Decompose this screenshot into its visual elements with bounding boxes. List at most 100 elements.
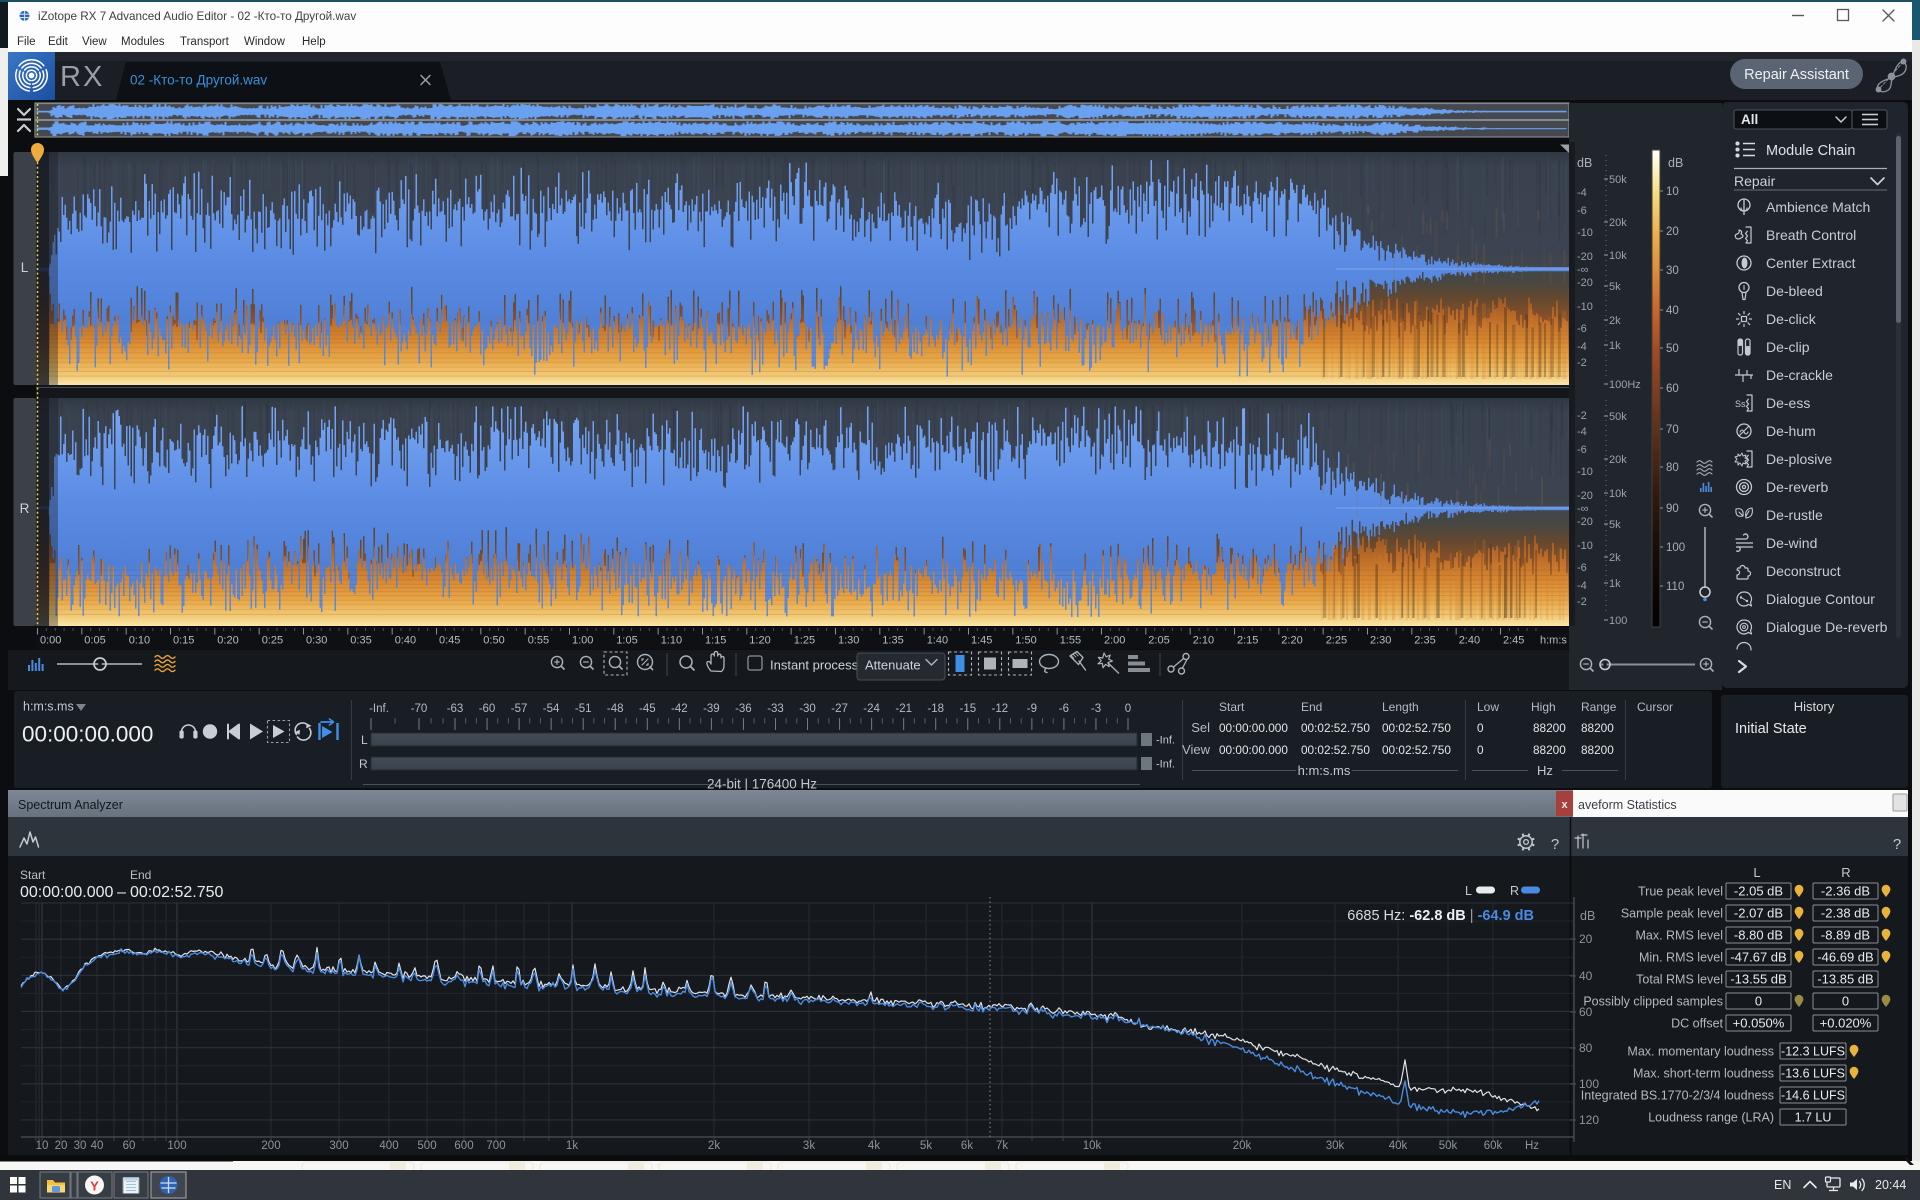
svg-text:History: History [1794,699,1835,714]
svg-text:-47.67 dB: -47.67 dB [1730,950,1786,965]
svg-text:View: View [82,36,107,48]
svg-text:Spectrum Analyzer: Spectrum Analyzer [18,798,123,812]
svg-text:Dialogue Contour: Dialogue Contour [1766,591,1875,607]
svg-text:-4: -4 [1577,426,1587,438]
svg-text:0:55: 0:55 [528,635,549,647]
svg-text:10: 10 [36,1140,49,1152]
svg-text:-54: -54 [543,703,560,715]
svg-text:Hz: Hz [1537,763,1553,778]
svg-text:80: 80 [1666,462,1679,474]
svg-text:-9: -9 [1027,703,1037,715]
svg-text:De-clip: De-clip [1766,339,1810,355]
svg-text:2:15: 2:15 [1237,635,1258,647]
svg-text:De-wind: De-wind [1766,535,1817,551]
svg-text:-14.6 LUFS: -14.6 LUFS [1781,1089,1845,1103]
svg-text:00:02:52.750: 00:02:52.750 [1382,721,1451,735]
svg-text:Start: Start [20,868,46,882]
svg-text:-46.69 dB: -46.69 dB [1817,950,1873,965]
svg-text:-51: -51 [575,703,592,715]
svg-text:R: R [1841,865,1850,880]
svg-text:Initial State: Initial State [1735,721,1807,737]
svg-text:dB: dB [1577,156,1592,170]
svg-text:40: 40 [1666,305,1679,317]
svg-text:100: 100 [1666,542,1685,554]
svg-text:40k: 40k [1389,1140,1408,1152]
svg-text:-∞: -∞ [1577,503,1589,515]
svg-text:120: 120 [1579,1113,1599,1127]
svg-text:-12: -12 [991,703,1008,715]
svg-text:-57: -57 [511,703,528,715]
svg-text:View: View [1182,742,1211,757]
svg-text:0:40: 0:40 [395,635,416,647]
svg-text:DC offset: DC offset [1671,1017,1723,1031]
svg-text:Max. momentary loudness: Max. momentary loudness [1627,1045,1774,1059]
svg-text:-Inf.: -Inf. [369,703,389,715]
svg-text:88200: 88200 [1581,743,1614,757]
svg-text:3k: 3k [803,1140,815,1152]
svg-text:60: 60 [123,1140,136,1152]
svg-text:De-reverb: De-reverb [1766,479,1828,495]
svg-text:2:45: 2:45 [1503,635,1524,647]
svg-text:-20: -20 [1577,277,1593,289]
svg-text:-27: -27 [831,703,848,715]
svg-text:Max. short-term loudness: Max. short-term loudness [1633,1067,1774,1081]
svg-text:2:30: 2:30 [1370,635,1391,647]
svg-text:-10: -10 [1577,540,1593,552]
svg-text:-18: -18 [927,703,944,715]
svg-text:200: 200 [261,1140,280,1152]
svg-text:24-bit | 176400 Hz: 24-bit | 176400 Hz [707,777,817,792]
svg-text:-2.05 dB: -2.05 dB [1734,884,1783,899]
svg-text:-15: -15 [959,703,976,715]
svg-text:De-ess: De-ess [1766,395,1810,411]
svg-text:00:02:52.750: 00:02:52.750 [1301,721,1370,735]
svg-text:Dialogue De-reverb: Dialogue De-reverb [1766,619,1888,635]
svg-text:88200: 88200 [1533,743,1566,757]
svg-text:-2: -2 [1577,596,1587,608]
svg-text:1k: 1k [1609,340,1621,352]
svg-text:88200: 88200 [1533,721,1566,735]
svg-text:1:25: 1:25 [794,635,815,647]
svg-text:-21: -21 [895,703,912,715]
svg-text:Length: Length [1382,700,1419,714]
svg-text:-30: -30 [799,703,816,715]
svg-text:600: 600 [454,1140,473,1152]
svg-text:50k: 50k [1439,1140,1458,1152]
svg-text:00:00:00.000: 00:00:00.000 [1219,721,1288,735]
svg-text:Modules: Modules [121,36,165,48]
svg-text:1:30: 1:30 [838,635,859,647]
svg-text:-6: -6 [1577,562,1587,574]
svg-text:?: ? [1893,836,1901,853]
svg-text:True peak level: True peak level [1638,885,1723,899]
svg-text:-4: -4 [1577,187,1587,199]
svg-text:0:25: 0:25 [262,635,283,647]
svg-text:h:m:s.ms: h:m:s.ms [1298,763,1351,778]
svg-text:h:m:s: h:m:s [1540,635,1567,647]
svg-text:2k: 2k [1609,552,1621,564]
svg-text:-6: -6 [1577,205,1587,217]
svg-text:-70: -70 [411,703,428,715]
svg-text:-3: -3 [1091,703,1101,715]
svg-text:De-rustle: De-rustle [1766,507,1823,523]
svg-text:90: 90 [1666,503,1679,515]
svg-text:-13.85 dB: -13.85 dB [1817,972,1873,987]
svg-text:Integrated BS.1770-2/3/4 loudn: Integrated BS.1770-2/3/4 loudness [1581,1089,1774,1103]
svg-text:-60: -60 [479,703,496,715]
svg-text:2:25: 2:25 [1326,635,1347,647]
svg-text:0: 0 [1477,721,1484,735]
svg-text:Edit: Edit [48,36,69,48]
svg-text:400: 400 [379,1140,398,1152]
svg-text:20:44: 20:44 [1875,1178,1906,1192]
svg-text:Deconstruct: Deconstruct [1766,563,1841,579]
svg-text:1:05: 1:05 [616,635,637,647]
svg-text:Y: Y [90,1179,99,1194]
svg-text:Low: Low [1477,700,1499,714]
svg-text:Breath Control: Breath Control [1766,227,1856,243]
svg-text:RX: RX [60,61,104,93]
svg-text:110: 110 [1666,581,1684,593]
svg-text:Total RMS level: Total RMS level [1636,973,1723,987]
svg-text:EN: EN [1774,1178,1791,1192]
svg-text:4k: 4k [868,1140,880,1152]
svg-text:-6: -6 [1577,444,1587,456]
svg-text:Loudness range (LRA): Loudness range (LRA) [1648,1111,1774,1125]
svg-text:0: 0 [1755,994,1762,1009]
